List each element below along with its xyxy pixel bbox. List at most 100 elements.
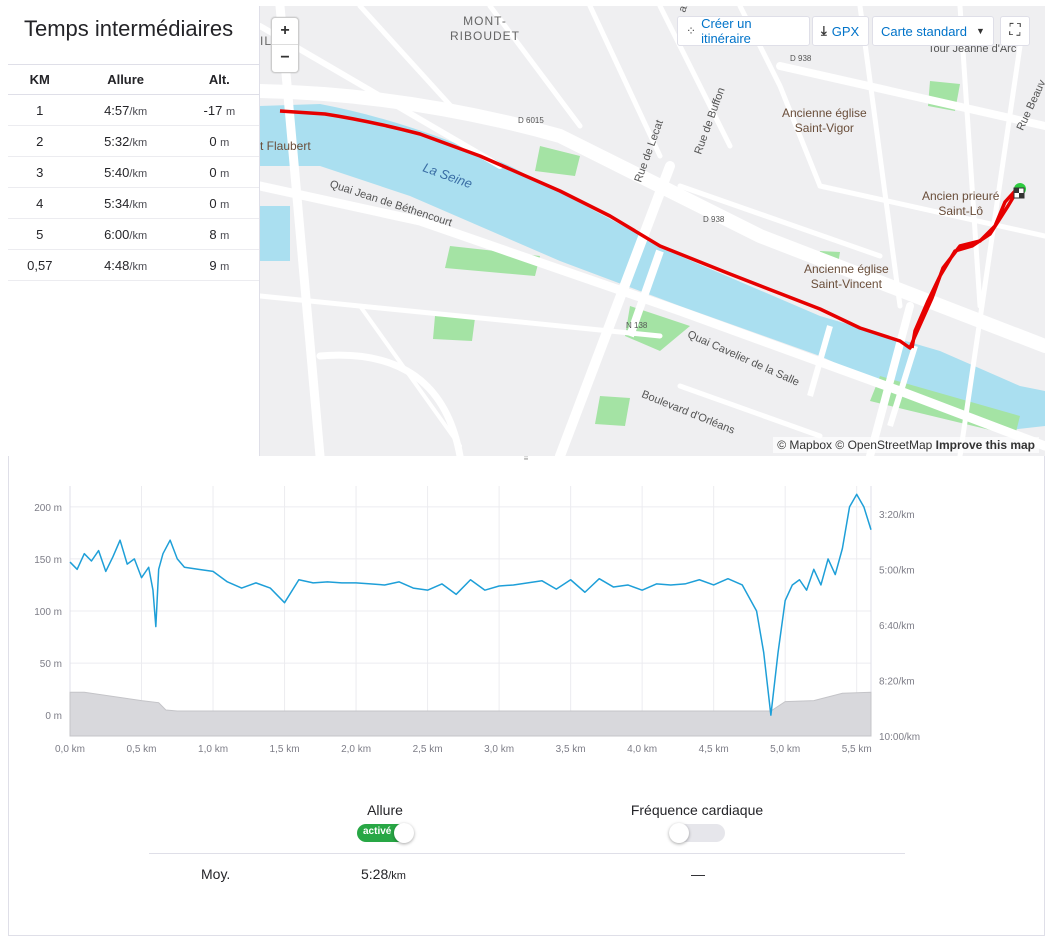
y-tick-label-left: 150 m [34,555,62,566]
split-alt-unit: m [220,167,230,180]
y-tick-label-right: 8:20/km [879,677,915,688]
split-km: 5 [8,218,72,250]
hr-toggle[interactable] [669,823,725,843]
split-alt-unit: m [225,105,236,118]
map-label-flaubert: t Flaubert [260,139,311,153]
pace-line [69,493,872,716]
split-row: 2 5:32/km 0 m [8,125,259,157]
x-tick-label: 5,0 km [770,744,800,755]
split-alt: 8 m [179,218,259,250]
map-label-mont-riboudet: MONT- RIBOUDET [450,14,521,43]
basin [260,206,290,261]
split-row: 5 6:00/km 8 m [8,218,259,250]
splits-title: Temps intermédiaires [24,16,234,41]
x-tick-label: 2,5 km [413,744,443,755]
split-row: 0,57 4:48/km 9 m [8,249,259,281]
split-pace: 5:32/km [71,125,180,157]
map-label-saint-vincent: Ancienne église Saint-Vincent [804,262,889,291]
y-tick-label-left: 200 m [34,503,62,514]
map-attribution: © Mapbox © OpenStreetMap Improve this ma… [773,437,1039,453]
map-canvas[interactable] [260,6,1045,456]
y-tick-label-right: 6:40/km [879,621,915,632]
split-pace: 6:00/km [71,218,180,250]
improve-map-link[interactable]: Improve this map [936,438,1035,452]
split-km: 3 [8,156,72,188]
fullscreen-icon: ⛶ [1009,22,1021,39]
gpx-download-button[interactable]: ⤓ GPX [812,16,869,46]
split-pace-value: 5:34 [104,195,130,211]
toggle-knob [669,823,689,843]
pace-toggle-block: Allure activé [349,802,421,845]
download-icon: ⤓ [821,23,827,38]
map-label-d6015: D 6015 [518,116,544,125]
split-alt-unit: m [220,198,230,211]
zoom-out-button[interactable]: − [272,45,298,72]
activity-analysis-view: Temps intermédiaires KM Allure Alt. 1 4:5… [0,0,1053,942]
mapbox-credit[interactable]: © Mapbox [777,438,832,452]
map-style-label: Carte standard [881,23,967,39]
x-tick-label: 3,0 km [484,744,514,755]
header-alt: Alt. [179,64,259,95]
split-pace-unit: /km [129,229,148,242]
park [433,316,475,341]
split-row: 4 5:34/km 0 m [8,187,259,219]
y-tick-label-left: 100 m [34,607,62,618]
split-pace-unit: /km [129,105,148,118]
split-alt-value: 8 [209,226,217,242]
map-label-prieure: Ancien prieuré Saint-Lô [922,189,1000,218]
split-alt-unit: m [220,229,230,242]
zoom-control: + − [271,17,299,73]
split-alt-value: 0 [209,164,217,180]
route-map[interactable]: MONT- RIBOUDET Tour Jeanne d'Arc Ancienn… [260,6,1045,456]
map-style-select[interactable]: Carte standard ▼ [872,16,994,46]
resize-handle-icon[interactable]: ≡ [519,455,533,463]
x-tick-label: 4,0 km [627,744,657,755]
split-alt: 0 m [179,187,259,219]
avg-hr: — [691,866,705,882]
x-tick-label: 4,5 km [699,744,729,755]
osm-credit[interactable]: © OpenStreetMap [835,438,932,452]
split-alt: 0 m [179,156,259,188]
pace-toggle-label: Allure [367,802,403,818]
chart-panel: ≡ 0,0 km 0,5 km 1,0 km 1,5 km 2,0 km 2,5 km 3,… [8,455,1046,936]
split-row: 1 4:57/km -17 m [8,94,259,126]
create-route-button[interactable]: ⁘ Créer un itinéraire [677,16,810,46]
pace-toggle[interactable]: activé [357,823,414,843]
gpx-label: GPX [831,23,860,39]
split-row: 3 5:40/km 0 m [8,156,259,188]
x-tick-label: 0,5 km [127,744,157,755]
x-tick-label: 1,5 km [270,744,300,755]
create-route-label: Créer un itinéraire [701,16,752,46]
x-tick-label: 5,5 km [842,744,872,755]
park [535,146,580,176]
hr-toggle-block: Fréquence cardiaque [609,802,785,845]
y-tick-label-left: 0 m [45,711,62,722]
avg-label: Moy. [201,866,231,882]
split-pace-value: 5:40 [104,164,130,180]
elevation-area [69,691,872,737]
split-alt: -17 m [179,94,259,126]
hr-toggle-label: Fréquence cardiaque [630,802,764,818]
split-km: 4 [8,187,72,219]
split-km: 1 [8,94,72,126]
split-pace: 4:48/km [71,249,180,281]
park [595,396,630,426]
split-pace: 5:40/km [71,156,180,188]
y-tick-label-right: 5:00/km [879,566,915,577]
toggle-knob [394,823,414,843]
caret-down-icon: ▼ [976,26,985,36]
split-pace-value: 5:32 [104,133,130,149]
elevation-pace-chart[interactable]: 0,0 km 0,5 km 1,0 km 1,5 km 2,0 km 2,5 km 3,0 … [9,476,1046,776]
split-pace-unit: /km [129,260,148,273]
x-tick-label: 3,5 km [556,744,586,755]
fullscreen-button[interactable]: ⛶ [1000,16,1030,46]
split-pace: 5:34/km [71,187,180,219]
splits-header-row: KM Allure Alt. [8,64,259,95]
map-label-d938-north: D 938 [790,54,812,63]
split-pace: 4:57/km [71,94,180,126]
zoom-in-button[interactable]: + [272,18,298,45]
divider [149,853,905,854]
split-pace-unit: /km [129,136,148,149]
split-alt-value: 0 [209,133,217,149]
split-alt: 0 m [179,125,259,157]
